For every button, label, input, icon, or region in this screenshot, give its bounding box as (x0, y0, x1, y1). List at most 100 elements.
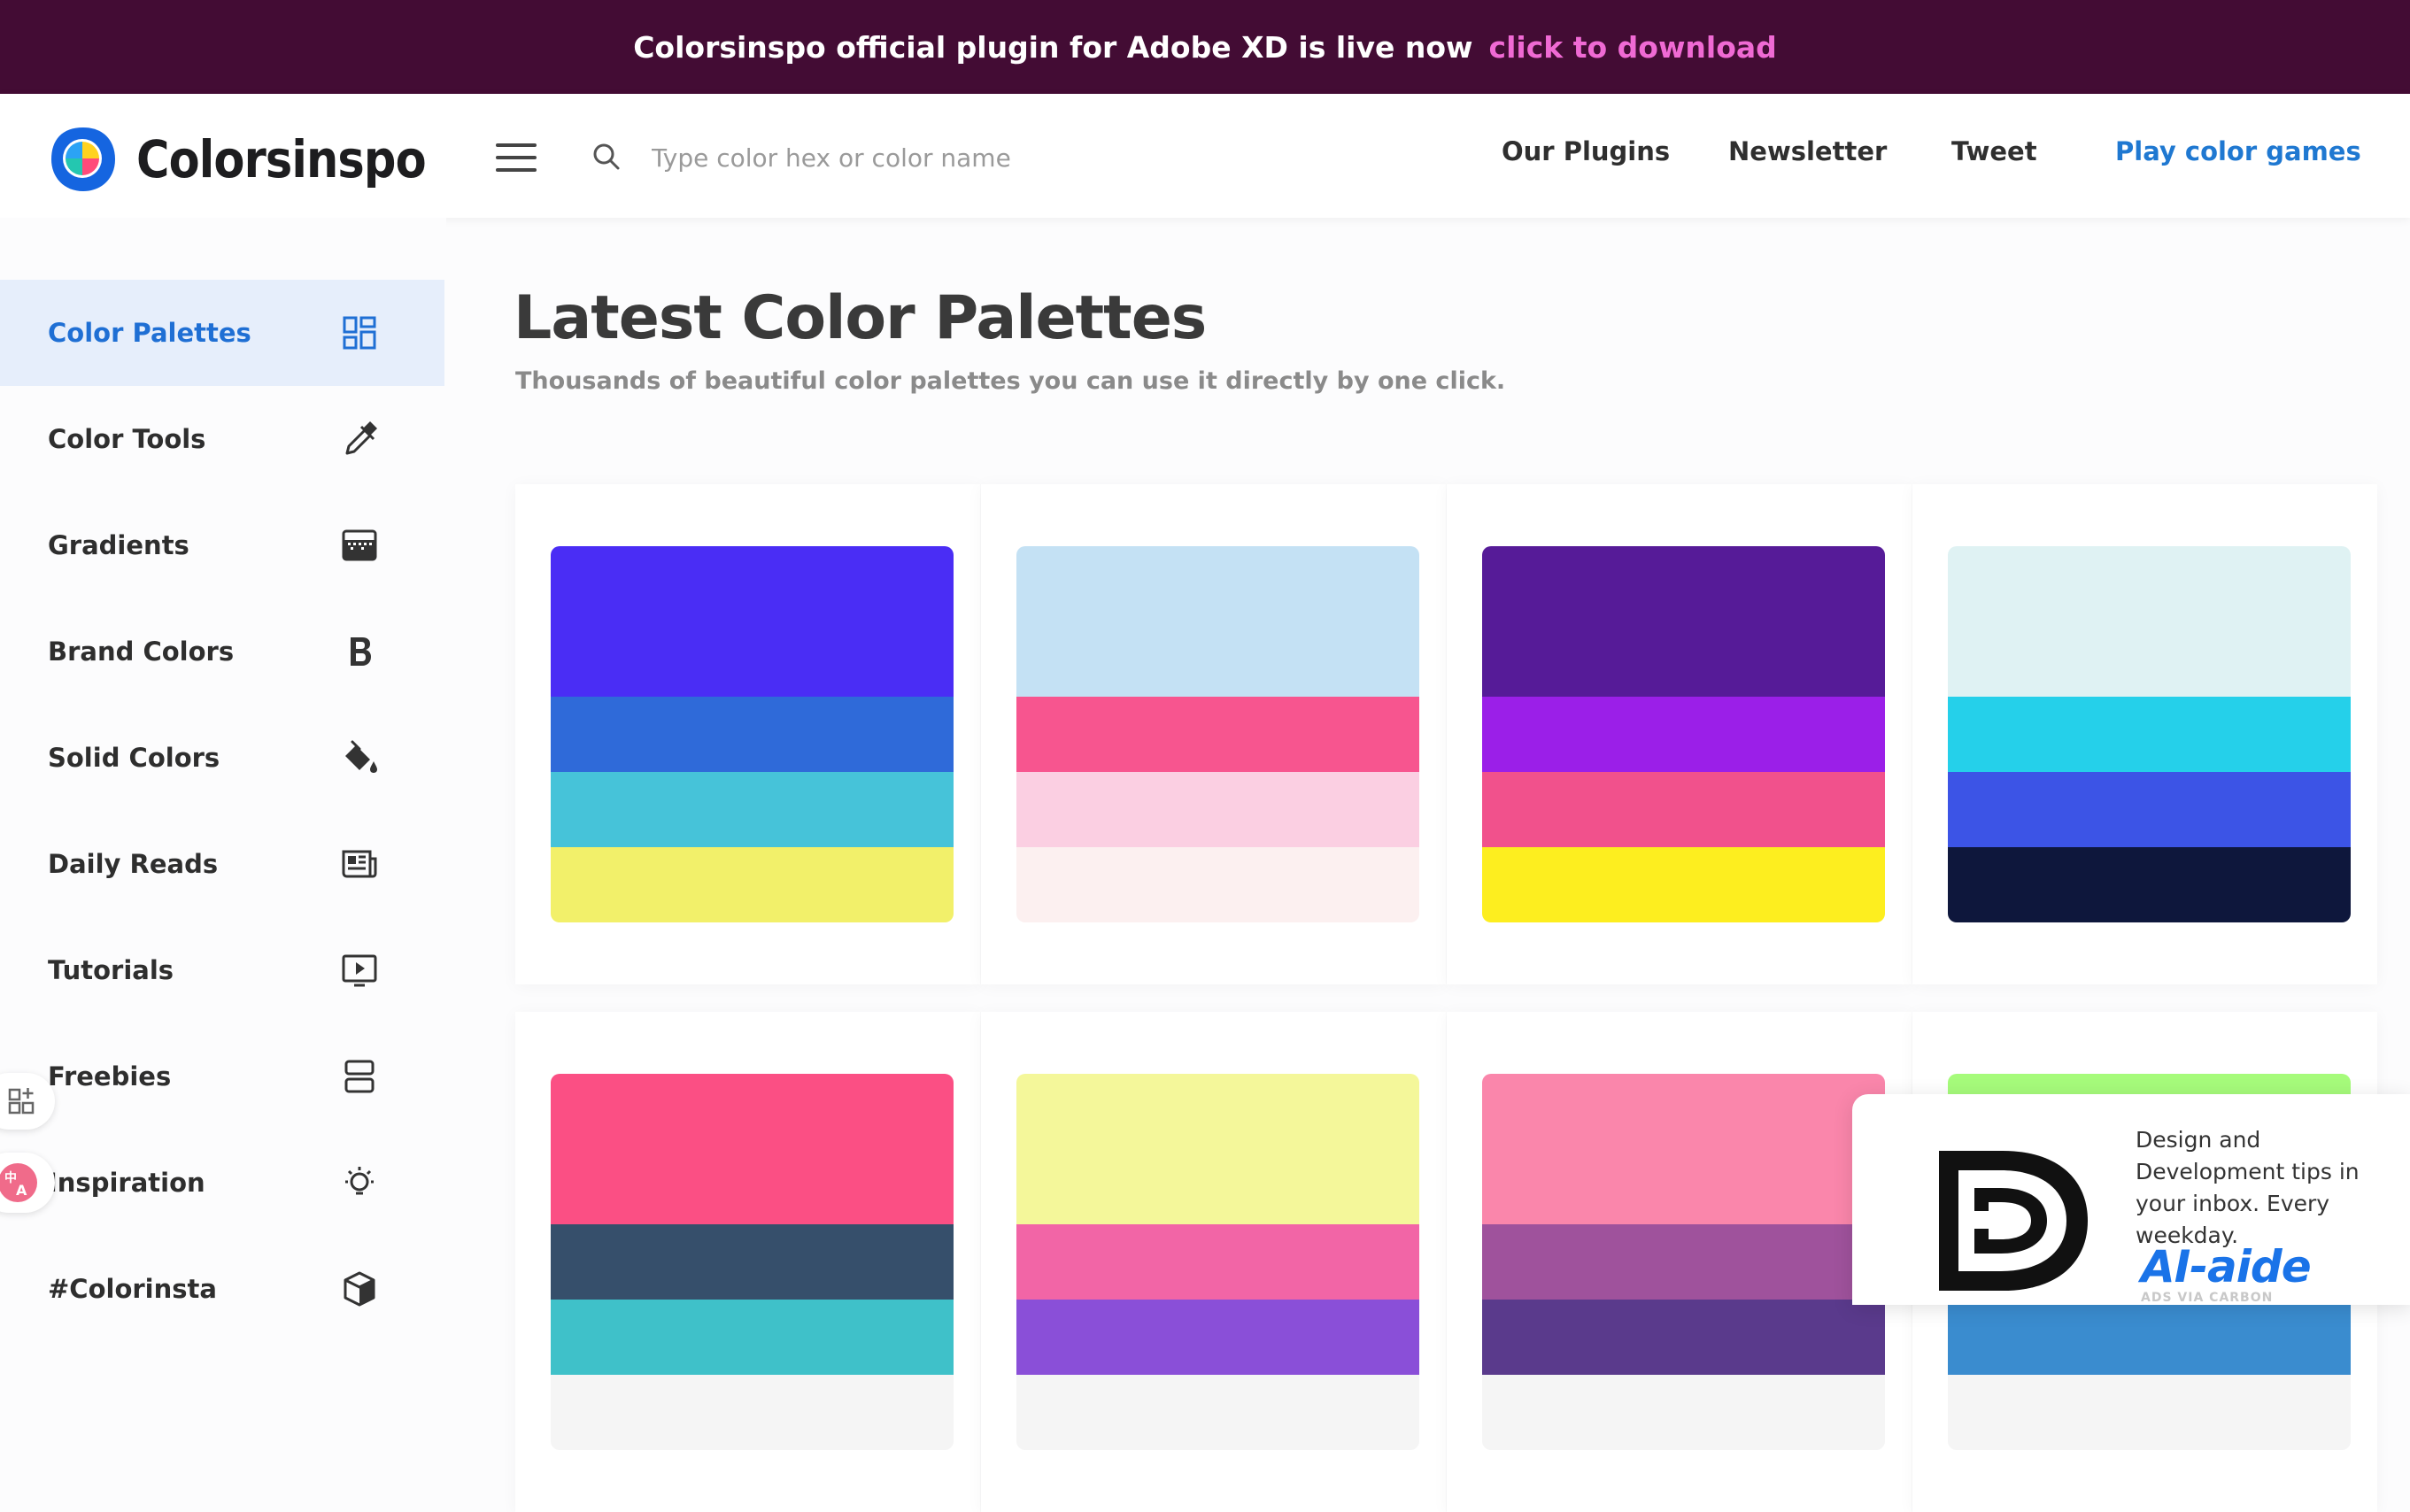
color-swatch[interactable] (1948, 546, 2351, 697)
palette-swatches (1482, 546, 1885, 922)
gradient-icon (342, 529, 377, 561)
nav-play-color-games[interactable]: Play color games (2115, 136, 2361, 166)
promo-banner: Colorsinspo official plugin for Adobe XD… (0, 0, 2410, 94)
newspaper-icon (342, 850, 377, 878)
sidebar-item-label: Brand Colors (48, 636, 235, 667)
banner-text: Colorsinspo official plugin for Adobe XD… (633, 29, 1473, 65)
color-swatch[interactable] (1482, 1224, 1885, 1300)
ad-text: Design and Development tips in your inbo… (2136, 1127, 2360, 1248)
color-swatch[interactable] (1016, 697, 1419, 772)
sidebar-item-label: Solid Colors (48, 743, 220, 773)
color-swatch[interactable] (1948, 697, 2351, 772)
palette-swatches (1016, 1074, 1419, 1450)
color-swatch[interactable] (1016, 1074, 1419, 1224)
color-swatch[interactable] (1482, 1300, 1885, 1375)
ad-brand-logo: AI-aide (2141, 1241, 2312, 1292)
sidebar-item-solid-colors[interactable]: Solid Colors (0, 705, 444, 811)
color-swatch[interactable] (1482, 772, 1885, 847)
color-swatch[interactable] (1948, 1300, 2351, 1375)
sidebar-item-colorinsta[interactable]: #Colorinsta (0, 1236, 444, 1342)
color-swatch[interactable] (551, 1375, 954, 1450)
grid-icon (343, 316, 376, 350)
palette-swatches (551, 1074, 954, 1450)
sidebar-item-label: Tutorials (48, 955, 174, 985)
translate-icon: 中 A (0, 1163, 37, 1202)
palette-card[interactable] (515, 1012, 980, 1512)
palette-card[interactable] (515, 484, 980, 984)
palette-card[interactable] (981, 484, 1446, 984)
color-swatch[interactable] (1016, 772, 1419, 847)
nav-our-plugins[interactable]: Our Plugins (1502, 136, 1670, 166)
color-swatch[interactable] (551, 1224, 954, 1300)
svg-text:中: 中 (4, 1170, 17, 1185)
search-icon (593, 143, 620, 170)
nav-newsletter[interactable]: Newsletter (1728, 136, 1887, 166)
sidebar-item-color-tools[interactable]: Color Tools (0, 386, 444, 492)
sidebar-item-brand-colors[interactable]: Brand Colors (0, 598, 444, 705)
banner-download-link[interactable]: click to download (1489, 30, 1777, 65)
color-swatch[interactable] (1482, 1375, 1885, 1450)
sidebar-item-freebies[interactable]: Freebies (0, 1023, 444, 1130)
color-swatch[interactable] (1016, 1375, 1419, 1450)
color-swatch[interactable] (1482, 546, 1885, 697)
sidebar-item-label: Freebies (48, 1061, 172, 1092)
color-swatch[interactable] (1948, 1375, 2351, 1450)
search-input[interactable] (652, 129, 1271, 186)
palette-card[interactable] (981, 1012, 1446, 1512)
ads-via-carbon-label: ADS VIA CARBON (2141, 1291, 2274, 1305)
logo[interactable]: Colorsinspo (50, 126, 465, 193)
carbon-ad[interactable]: Design and Development tips in your inbo… (1852, 1094, 2410, 1305)
nav-tweet[interactable]: Tweet (1951, 136, 2037, 166)
sidebar-item-tutorials[interactable]: Tutorials (0, 917, 444, 1023)
bold-b-icon (351, 637, 371, 666)
lightbulb-icon (345, 1167, 374, 1195)
ad-d-logo-icon (1939, 1151, 2088, 1291)
palette-card[interactable] (1447, 484, 1912, 984)
palette-swatches (1016, 546, 1419, 922)
color-swatch[interactable] (551, 697, 954, 772)
palette-swatches (1948, 546, 2351, 922)
color-swatch[interactable] (1482, 697, 1885, 772)
site-header: Colorsinspo Our Plugins Newsletter Tweet… (0, 94, 2410, 218)
color-swatch[interactable] (1016, 1224, 1419, 1300)
color-swatch[interactable] (551, 1300, 954, 1375)
palette-card[interactable] (1447, 1012, 1912, 1512)
sidebar: Color Palettes Color Tools Gradients Bra… (0, 218, 446, 1307)
sidebar-item-label: Daily Reads (48, 849, 219, 879)
sidebar-item-label: #Colorinsta (48, 1274, 217, 1304)
color-swatch[interactable] (1016, 546, 1419, 697)
play-screen-icon (342, 954, 377, 987)
color-swatch[interactable] (1016, 1300, 1419, 1375)
stack-icon (344, 1060, 375, 1093)
hamburger-menu-icon[interactable] (496, 143, 537, 172)
paint-bucket-icon (345, 740, 377, 773)
sidebar-item-inspiration[interactable]: Inspiration (0, 1130, 444, 1236)
svg-text:A: A (16, 1182, 27, 1199)
palette-swatches (1482, 1074, 1885, 1450)
color-swatch[interactable] (1948, 847, 2351, 922)
color-swatch[interactable] (551, 546, 954, 697)
logo-icon (51, 127, 115, 191)
logo-text: Colorsinspo (136, 129, 427, 189)
color-swatch[interactable] (551, 847, 954, 922)
sidebar-item-daily-reads[interactable]: Daily Reads (0, 811, 444, 917)
sidebar-item-gradients[interactable]: Gradients (0, 492, 444, 598)
sidebar-item-label: Gradients (48, 530, 189, 560)
color-swatch[interactable] (1482, 1074, 1885, 1224)
color-swatch[interactable] (551, 772, 954, 847)
color-swatch[interactable] (1016, 847, 1419, 922)
color-swatch[interactable] (1482, 847, 1885, 922)
color-swatch[interactable] (551, 1074, 954, 1224)
sidebar-item-color-palettes[interactable]: Color Palettes (0, 280, 444, 386)
color-swatch[interactable] (1948, 772, 2351, 847)
page-title: Latest Color Palettes (514, 283, 1207, 353)
eyedropper-icon (345, 421, 377, 455)
sidebar-item-label: Inspiration (48, 1168, 205, 1198)
apps-plus-icon (8, 1088, 35, 1115)
palette-card[interactable] (1912, 484, 2377, 984)
page-subtitle: Thousands of beautiful color palettes yo… (515, 367, 1506, 395)
apps-widget-button[interactable] (0, 1073, 55, 1130)
cube-icon (344, 1271, 375, 1307)
palette-swatches (551, 546, 954, 922)
sidebar-item-label: Color Tools (48, 424, 206, 454)
